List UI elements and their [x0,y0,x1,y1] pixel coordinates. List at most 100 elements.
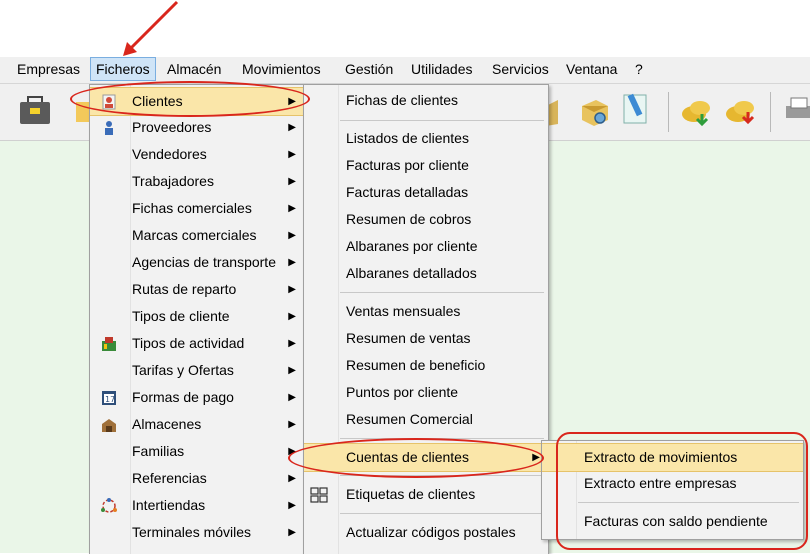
clientes-icon [102,94,116,110]
menu-item-label: Resumen de cobros [346,211,472,227]
toolbar-separator [668,92,669,132]
menu-item-label: Terminales móviles [132,524,252,540]
menu-item-tarifas-ofertas[interactable]: Tarifas y Ofertas ▶ [90,357,304,384]
menu-separator [340,292,544,293]
labels-grid-icon [310,487,328,503]
menu-item-resumen-beneficio[interactable]: Resumen de beneficio [304,352,548,379]
menu-item-label: Trabajadores [132,173,214,189]
clientes-submenu: Fichas de clientes Listados de clientes … [303,84,549,554]
menu-item-label: Marcas comerciales [132,227,257,243]
menu-item-ventas-mensuales[interactable]: Ventas mensuales [304,298,548,325]
menu-item-formas-pago[interactable]: 17 Formas de pago ▶ [90,384,304,411]
menu-item-vendedores[interactable]: Vendedores ▶ [90,141,304,168]
menu-item-label: Resumen de beneficio [346,357,486,373]
menu-item-extracto-movimientos[interactable]: Extracto de movimientos [542,443,803,472]
menu-item-rutas-reparto[interactable]: Rutas de reparto ▶ [90,276,304,303]
menu-item-label: Cuentas de clientes [346,449,469,465]
menu-separator [340,438,544,439]
menu-item-label: Vendedores [132,146,207,162]
menu-item-facturas-saldo-pendiente[interactable]: Facturas con saldo pendiente [542,508,803,535]
menu-item-listados-clientes[interactable]: Listados de clientes [304,125,548,152]
menu-item-label: Facturas por cliente [346,157,469,173]
menu-item-fichas-clientes[interactable]: Fichas de clientes [304,87,548,114]
menu-separator [340,513,544,514]
briefcase-icon[interactable] [18,94,52,128]
menu-ventana[interactable]: Ventana [561,57,622,81]
menu-utilidades[interactable]: Utilidades [406,57,477,81]
menu-servicios[interactable]: Servicios [487,57,554,81]
menu-item-label: Resumen de ventas [346,330,471,346]
menu-item-label: Formas de pago [132,389,234,405]
menu-item-resumen-cobros[interactable]: Resumen de cobros [304,206,548,233]
toolbar-box-icon[interactable] [544,96,578,130]
submenu-arrow-icon: ▶ [288,446,296,457]
menu-item-label: Etiquetas de clientes [346,486,476,502]
menu-separator [340,120,544,121]
menu-item-almacenes[interactable]: Almacenes ▶ [90,411,304,438]
submenu-arrow-icon: ▶ [288,527,296,538]
menu-item-label: Tarifas y Ofertas [132,362,234,378]
menu-item-albaranes-cliente[interactable]: Albaranes por cliente [304,233,548,260]
menu-item-label: Almacenes [132,416,202,432]
menu-item-label: Puntos por cliente [346,384,459,400]
coins-out-icon[interactable] [724,96,758,130]
coins-in-icon[interactable] [680,96,714,130]
menu-item-label: Familias [132,443,185,459]
menu-item-extracto-empresas[interactable]: Extracto entre empresas [542,470,803,497]
menu-item-fichas-comerciales[interactable]: Fichas comerciales ▶ [90,195,304,222]
toolbar-package-search-icon[interactable] [578,94,612,128]
menu-item-label: Fichas de clientes [346,92,459,108]
menu-item-resumen-ventas[interactable]: Resumen de ventas [304,325,548,352]
menu-separator [578,502,799,503]
menu-separator [340,475,544,476]
menu-bar: Empresas Ficheros Almacén Movimientos Ge… [0,57,810,84]
menu-almacen[interactable]: Almacén [162,57,226,81]
menu-item-tipos-cliente[interactable]: Tipos de cliente ▶ [90,303,304,330]
menu-item-puntos-cliente[interactable]: Puntos por cliente [304,379,548,406]
menu-item-cuentas-clientes[interactable]: Cuentas de clientes ▶ [304,443,548,472]
menu-item-label: Listados de clientes [346,130,469,146]
intertiendas-icon [101,498,117,513]
almacenes-icon [102,419,116,432]
menu-item-label: Albaranes por cliente [346,238,478,254]
actividad-icon [102,337,116,351]
menu-item-facturas-cliente[interactable]: Facturas por cliente [304,152,548,179]
submenu-arrow-icon: ▶ [288,203,296,214]
menu-empresas[interactable]: Empresas [12,57,85,81]
menu-item-label: Actualizar códigos postales [346,524,516,540]
menu-item-marcas-comerciales[interactable]: Marcas comerciales ▶ [90,222,304,249]
menu-item-etiquetas-clientes[interactable]: Etiquetas de clientes [304,481,548,508]
menu-movimientos[interactable]: Movimientos [237,57,326,81]
menu-item-resumen-comercial[interactable]: Resumen Comercial [304,406,548,433]
menu-ficheros[interactable]: Ficheros [90,57,156,81]
toolbar-edit-doc-icon[interactable] [620,92,654,126]
menu-item-referencias[interactable]: Referencias ▶ [90,465,304,492]
submenu-arrow-icon: ▶ [288,311,296,322]
menu-item-label: Extracto entre empresas [584,475,737,491]
menu-item-albaranes-detallados[interactable]: Albaranes detallados [304,260,548,287]
menu-help[interactable]: ? [630,57,648,81]
menu-item-label: Agencias de transporte [132,254,276,270]
menu-item-label: Facturas detalladas [346,184,469,200]
ficheros-dropdown: Clientes ▶ Proveedores ▶ Vendedores ▶ Tr… [89,84,305,554]
menu-item-proveedores[interactable]: Proveedores ▶ [90,114,304,141]
menu-item-tipos-actividad[interactable]: Tipos de actividad ▶ [90,330,304,357]
menu-item-label: Fichas comerciales [132,200,252,216]
menu-item-trabajadores[interactable]: Trabajadores ▶ [90,168,304,195]
menu-item-intertiendas[interactable]: Intertiendas ▶ [90,492,304,519]
menu-item-clientes[interactable]: Clientes ▶ [90,87,304,116]
menu-item-familias[interactable]: Familias ▶ [90,438,304,465]
printer-icon[interactable] [782,94,810,128]
menu-item-facturas-detalladas[interactable]: Facturas detalladas [304,179,548,206]
svg-text:17: 17 [105,395,115,404]
menu-item-label: Albaranes detallados [346,265,477,281]
menu-item-actualizar-codigos[interactable]: Actualizar códigos postales [304,519,548,546]
menu-item-agencias-transporte[interactable]: Agencias de transporte ▶ [90,249,304,276]
submenu-arrow-icon: ▶ [288,257,296,268]
toolbar-separator [770,92,771,132]
menu-item-label: Rutas de reparto [132,281,237,297]
menu-item-terminales-moviles[interactable]: Terminales móviles ▶ [90,519,304,546]
submenu-arrow-icon: ▶ [288,176,296,187]
menu-gestion[interactable]: Gestión [340,57,398,81]
submenu-arrow-icon: ▶ [288,419,296,430]
